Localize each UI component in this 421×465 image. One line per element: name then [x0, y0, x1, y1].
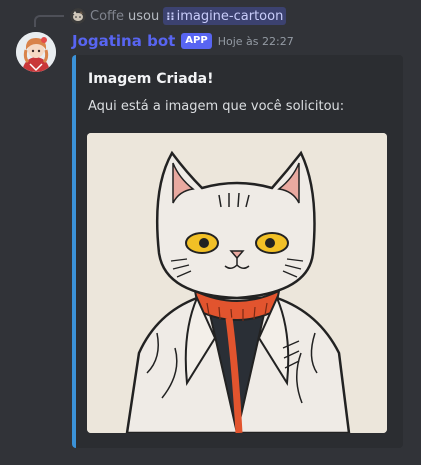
message: Coffe usou ⁝⁝ imagine-cartoon Jogatina b… — [0, 0, 421, 465]
cat-avatar-icon — [70, 8, 86, 24]
command-name: imagine-cartoon — [176, 8, 284, 24]
embed-title: Imagem Criada! — [88, 71, 214, 87]
reply-username[interactable]: Coffe — [90, 9, 124, 24]
app-badge: APP — [181, 33, 212, 49]
reply-verb: usou — [128, 8, 160, 24]
reply-avatar[interactable] — [70, 8, 86, 24]
embed-description: Aqui está a imagem que você solicitou: — [88, 99, 345, 114]
slash-command-icon: ⁝⁝ — [166, 9, 175, 23]
anime-girl-avatar-icon — [16, 32, 56, 72]
message-timestamp[interactable]: Hoje às 22:27 — [218, 35, 294, 48]
bot-avatar[interactable] — [16, 32, 56, 72]
slash-command-mention[interactable]: ⁝⁝ imagine-cartoon — [163, 7, 287, 25]
reply-connector — [34, 15, 64, 27]
command-usage-line: Coffe usou ⁝⁝ imagine-cartoon — [70, 6, 287, 26]
author-username[interactable]: Jogatina bot — [72, 32, 175, 50]
cartoon-cat-illustration — [87, 133, 387, 433]
embed-card: Imagem Criada! Aqui está a imagem que vo… — [72, 55, 403, 448]
embed-image[interactable] — [87, 133, 387, 433]
message-header: Jogatina bot APP Hoje às 22:27 — [72, 31, 294, 51]
